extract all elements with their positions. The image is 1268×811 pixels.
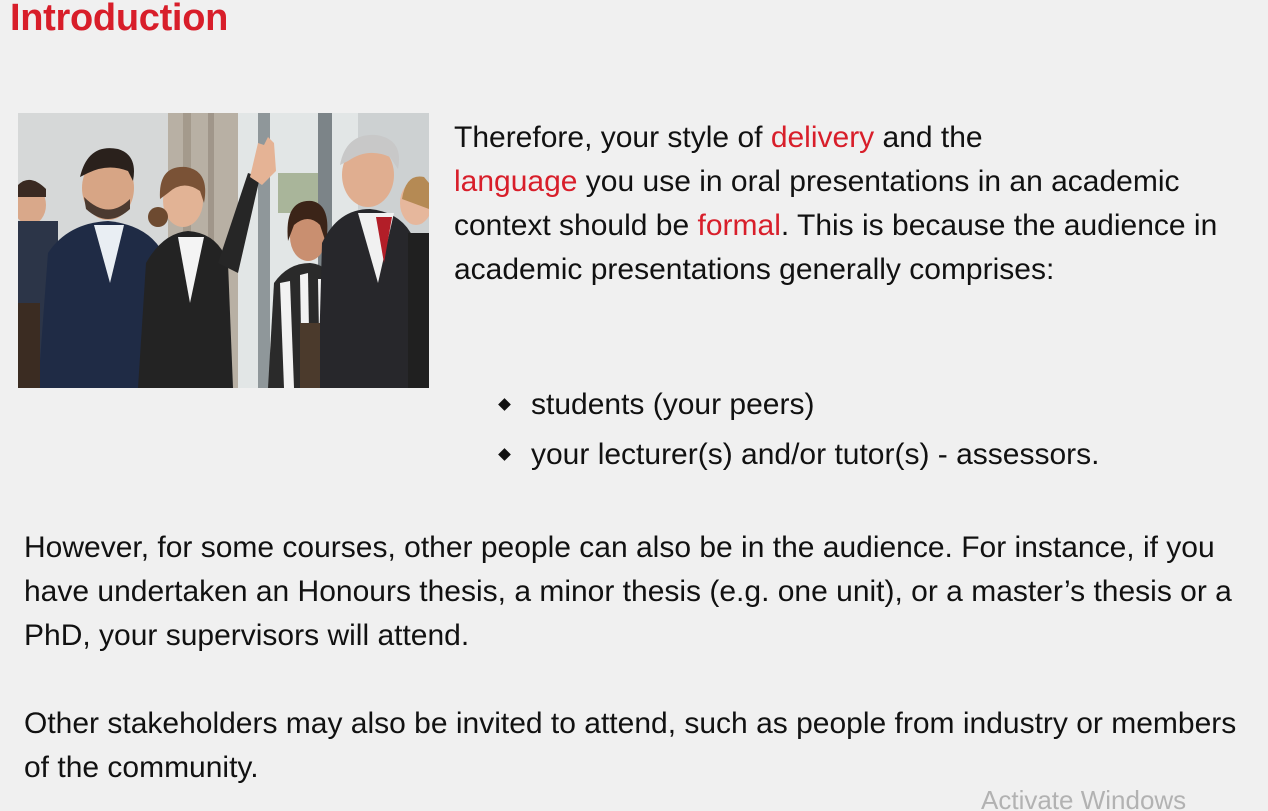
audience-photo xyxy=(18,113,429,388)
audience-list: students (your peers) your lecturer(s) a… xyxy=(496,380,1100,480)
intro-text-2: and the xyxy=(874,121,983,154)
page-title: Introduction xyxy=(10,0,229,39)
list-item-text: your lecturer(s) and/or tutor(s) - asses… xyxy=(531,438,1100,471)
highlight-formal: formal xyxy=(697,209,781,242)
list-item: your lecturer(s) and/or tutor(s) - asses… xyxy=(496,430,1100,480)
paragraph-stakeholders: Other stakeholders may also be invited t… xyxy=(24,707,1237,784)
activation-watermark: Activate Windows xyxy=(981,785,1187,811)
highlight-language: language xyxy=(454,165,578,198)
intro-paragraph: Therefore, your style of delivery and th… xyxy=(454,116,1254,292)
diamond-bullet-icon xyxy=(498,398,511,411)
list-item: students (your peers) xyxy=(496,380,1100,430)
list-item-text: students (your peers) xyxy=(531,388,815,421)
diamond-bullet-icon xyxy=(498,448,511,461)
intro-text-1: Therefore, your style of xyxy=(454,121,771,154)
paragraph-other-audience: However, for some courses, other people … xyxy=(24,531,1232,652)
highlight-delivery: delivery xyxy=(770,121,875,154)
